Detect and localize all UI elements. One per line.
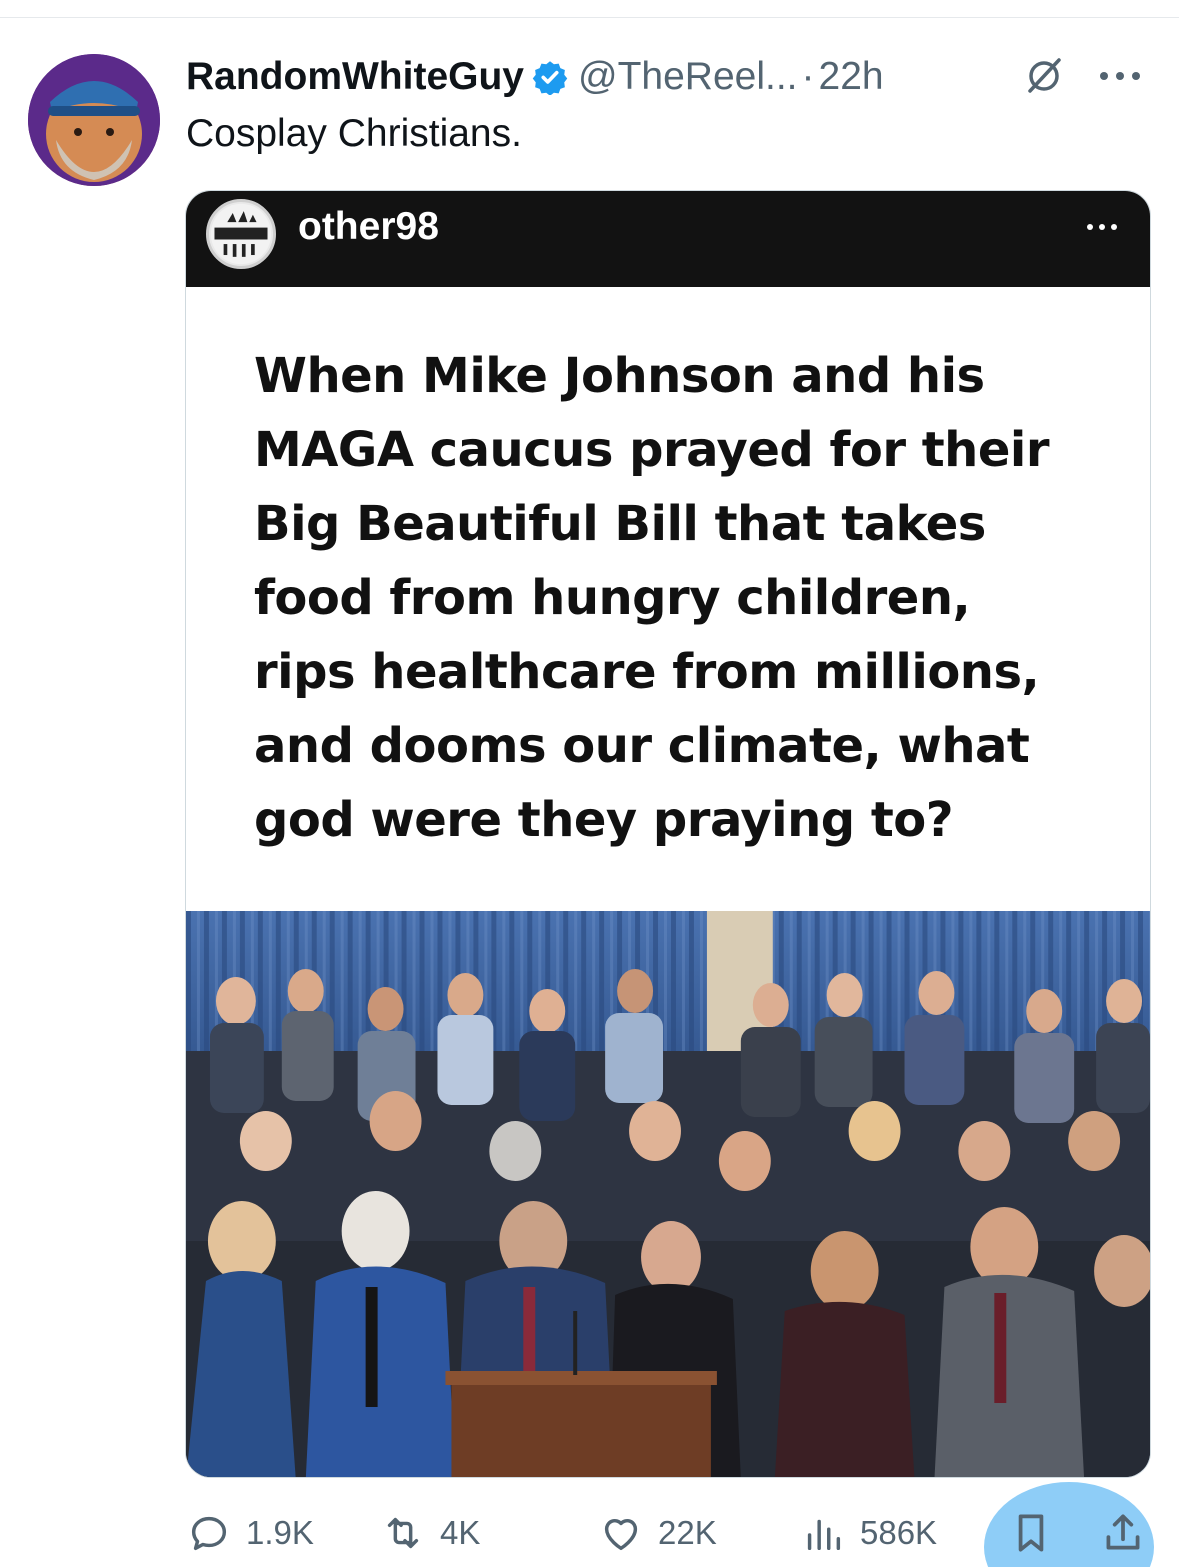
- group-prayer-photo: [186, 911, 1150, 1477]
- repost-button[interactable]: 4K: [380, 1510, 480, 1556]
- bookmark-button[interactable]: [1006, 1508, 1056, 1563]
- meme-line: god were they praying to?: [254, 792, 954, 848]
- ig-more-icon: [1087, 224, 1117, 230]
- repost-icon: [387, 1517, 419, 1549]
- meme-line: Big Beautiful Bill that takes: [254, 496, 986, 552]
- repost-count: 4K: [440, 1514, 481, 1551]
- meme-line: rips healthcare from millions,: [254, 644, 1040, 700]
- group-prayer-photo-image: [186, 911, 1150, 1477]
- reply-count: 1.9K: [246, 1514, 314, 1551]
- share-icon: [1106, 1514, 1140, 1550]
- meme-line: food from hungry children,: [254, 570, 971, 626]
- media-card[interactable]: other98 When Mike Johnson and his MAGA c…: [185, 190, 1151, 1478]
- ig-username: other98: [298, 205, 439, 248]
- top-divider: [0, 17, 1179, 18]
- ig-avatar: [206, 199, 276, 269]
- display-name[interactable]: RandomWhiteGuy: [186, 55, 524, 99]
- share-button[interactable]: [1098, 1508, 1148, 1563]
- more-icon[interactable]: [1092, 52, 1148, 100]
- views-icon: [807, 1519, 841, 1551]
- action-bar: 1.9K 4K 22K 586K: [0, 1482, 1179, 1567]
- meme-text-area: When Mike Johnson and his MAGA caucus pr…: [186, 287, 1150, 911]
- avatar-face-icon: [28, 54, 160, 186]
- other98-logo-icon: [210, 203, 272, 265]
- meme-line: When Mike Johnson and his: [254, 348, 985, 404]
- heart-icon: [604, 1518, 638, 1551]
- handle[interactable]: @TheReel...: [578, 55, 798, 99]
- like-count: 22K: [658, 1514, 717, 1551]
- meme-line: and dooms our climate, what: [254, 718, 1030, 774]
- meme-line: MAGA caucus prayed for their: [254, 422, 1050, 478]
- post-text: Cosplay Christians.: [186, 112, 522, 155]
- post-header: RandomWhiteGuy @TheReel... · 22h: [186, 52, 1156, 102]
- bookmark-icon: [1018, 1514, 1044, 1552]
- grok-icon[interactable]: [1022, 54, 1066, 98]
- embedded-ig-header: other98: [186, 191, 1150, 287]
- verified-badge-icon: [532, 61, 568, 95]
- views-count: 586K: [860, 1514, 938, 1551]
- reply-button[interactable]: 1.9K: [186, 1510, 314, 1556]
- avatar[interactable]: [28, 54, 160, 186]
- views-button[interactable]: 586K: [800, 1510, 937, 1556]
- reply-icon: [191, 1516, 227, 1551]
- timestamp[interactable]: 22h: [819, 55, 884, 99]
- meme-text: When Mike Johnson and his MAGA caucus pr…: [254, 339, 1114, 857]
- like-button[interactable]: 22K: [598, 1510, 717, 1556]
- separator-dot: ·: [801, 55, 815, 98]
